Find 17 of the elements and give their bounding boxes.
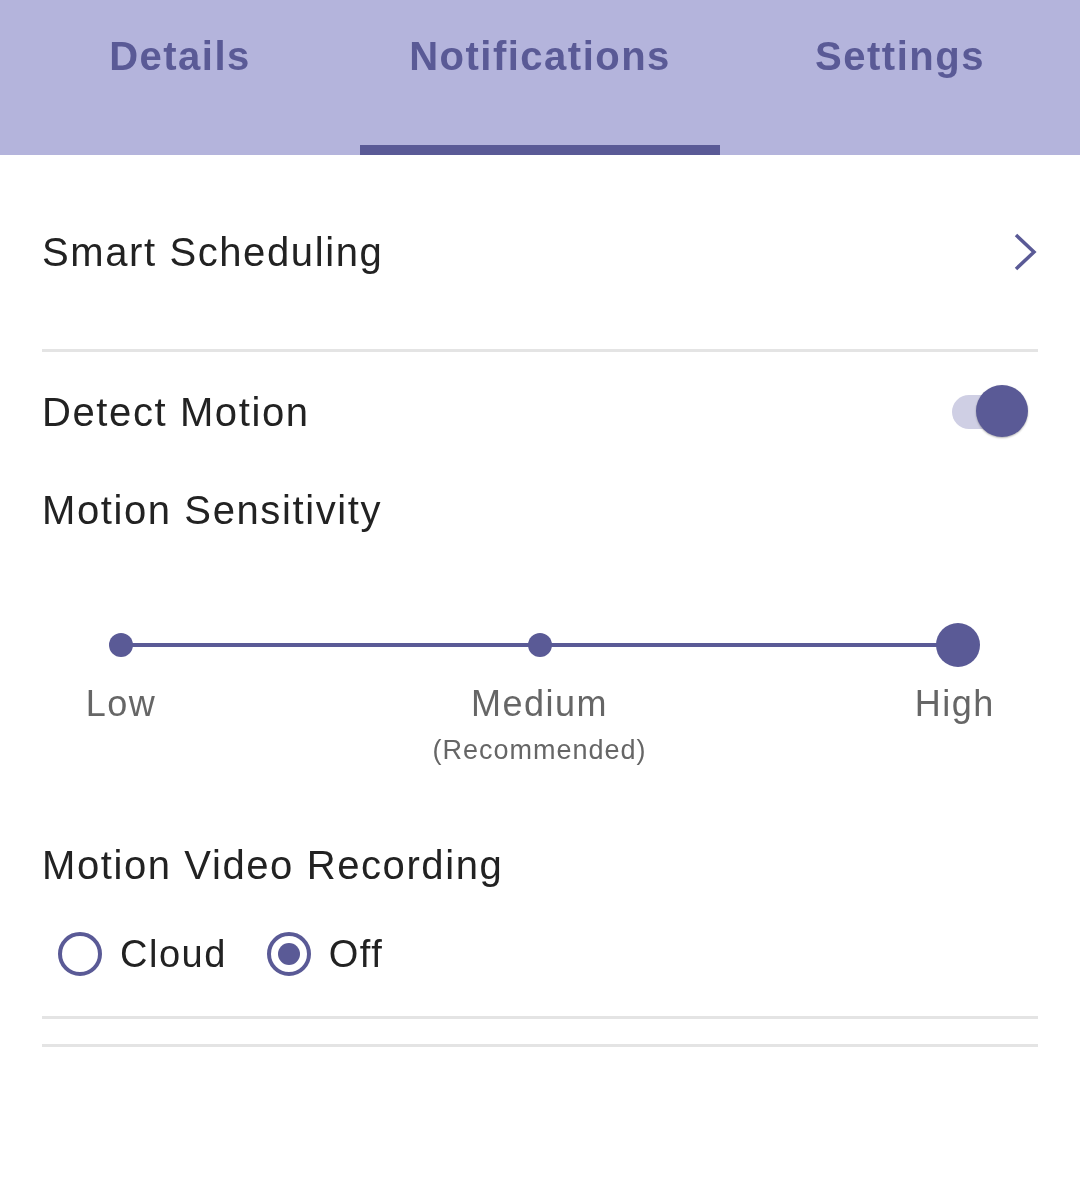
chevron-right-icon xyxy=(1012,232,1038,272)
slider-note: (Recommended) xyxy=(432,735,647,766)
row-label: Smart Scheduling xyxy=(42,229,384,275)
slider-stop[interactable] xyxy=(527,633,552,657)
slider-stop[interactable] xyxy=(109,633,133,657)
slider-label: High xyxy=(914,683,995,725)
slider-label: Low xyxy=(85,683,157,725)
slider-thumb[interactable] xyxy=(936,623,980,667)
row-label: Detect Motion xyxy=(42,389,310,435)
radio-option[interactable]: Off xyxy=(266,932,384,976)
smart-scheduling-row[interactable]: Smart Scheduling xyxy=(42,155,1038,349)
radio-button[interactable] xyxy=(58,932,102,976)
radio-button[interactable] xyxy=(266,932,311,976)
slider-label: Medium xyxy=(471,683,608,725)
radio-option[interactable]: Cloud xyxy=(58,932,227,976)
section-heading: Motion Video Recording xyxy=(42,843,505,888)
section-heading: Motion Sensitivity xyxy=(42,488,384,533)
